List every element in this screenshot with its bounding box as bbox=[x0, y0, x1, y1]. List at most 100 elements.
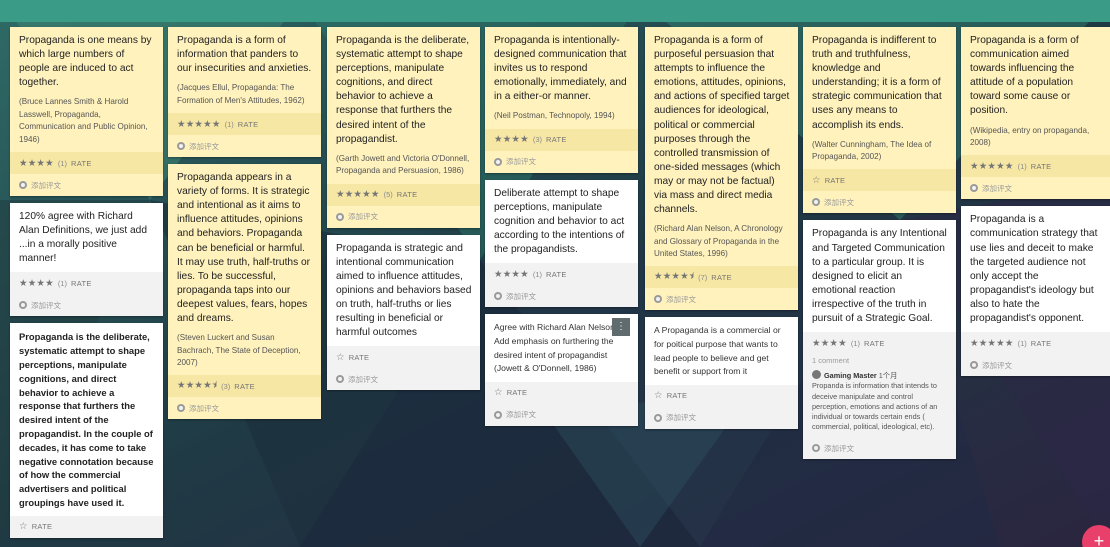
rating-bar[interactable]: ☆ RATE bbox=[10, 515, 163, 538]
rate-button[interactable]: RATE bbox=[71, 279, 92, 288]
post-card[interactable]: Propaganda is a form of communication ai… bbox=[961, 27, 1110, 200]
rating-count: (3) bbox=[221, 381, 231, 391]
add-comment-button[interactable]: 添加评文 bbox=[485, 403, 638, 426]
rating-bar[interactable]: ★★★★★ (1) RATE bbox=[961, 332, 1110, 355]
rating-bar[interactable]: ☆ RATE bbox=[645, 384, 798, 407]
post-citation: (Garth Jowett and Victoria O'Donnell, Pr… bbox=[336, 153, 470, 176]
rating-bar[interactable]: ★★★★ (1) RATE bbox=[485, 263, 638, 286]
post-card[interactable]: Propaganda is a communication strategy t… bbox=[961, 206, 1110, 377]
star-icon[interactable]: ★★★★ bbox=[494, 134, 529, 145]
comment-count: 1 comment bbox=[803, 354, 956, 369]
rate-button[interactable]: RATE bbox=[546, 135, 567, 144]
add-comment-button[interactable]: 添加评文 bbox=[168, 135, 321, 158]
add-comment-button[interactable]: 添加评文 bbox=[803, 437, 956, 460]
star-icon[interactable]: ★★★★★ bbox=[177, 119, 221, 130]
rating-bar[interactable]: ★★★★⯨ (7) RATE bbox=[645, 266, 798, 289]
rating-bar[interactable]: ★★★★ (3) RATE bbox=[485, 128, 638, 151]
comment-icon bbox=[19, 181, 27, 189]
rate-button[interactable]: RATE bbox=[1031, 162, 1052, 171]
rate-button[interactable]: RATE bbox=[1031, 339, 1052, 348]
add-comment-button[interactable]: 添加评文 bbox=[803, 191, 956, 214]
board-column: Propaganda is a form of information that… bbox=[168, 27, 321, 426]
post-card[interactable]: A Propaganda is a commercial or for poit… bbox=[645, 317, 798, 429]
star-icon[interactable]: ★★★★ bbox=[19, 158, 54, 169]
star-icon[interactable]: ★★★★★ bbox=[970, 338, 1014, 349]
add-comment-button[interactable]: 添加评文 bbox=[327, 368, 480, 391]
rate-button[interactable]: RATE bbox=[349, 353, 370, 362]
star-icon[interactable]: ☆ bbox=[19, 521, 28, 532]
post-text: Propaganda is any Intentional and Target… bbox=[812, 228, 947, 325]
post-text: Propaganda is a form of purposeful persu… bbox=[654, 35, 790, 216]
rate-button[interactable]: RATE bbox=[234, 382, 255, 391]
post-text: Propaganda is a form of communication ai… bbox=[970, 35, 1079, 117]
rate-button[interactable]: RATE bbox=[711, 273, 732, 282]
comment-icon bbox=[654, 413, 662, 422]
post-card[interactable]: Propaganda is one means by which large n… bbox=[10, 27, 163, 196]
rate-button[interactable]: RATE bbox=[667, 391, 688, 400]
comment-text: Propanda is information that intends to … bbox=[812, 381, 938, 432]
rate-button[interactable]: RATE bbox=[825, 176, 846, 185]
rate-button[interactable]: RATE bbox=[507, 388, 528, 397]
post-card[interactable]: Propaganda is the deliberate, systematic… bbox=[327, 27, 480, 228]
rate-button[interactable]: RATE bbox=[546, 270, 567, 279]
post-body: A Propaganda is a commercial or for poit… bbox=[645, 317, 798, 384]
post-card[interactable]: Propaganda is any Intentional and Target… bbox=[803, 220, 956, 460]
post-text: Agree with Richard Alan Nelson. Add emph… bbox=[494, 322, 618, 374]
post-card[interactable]: Propaganda is the deliberate, systematic… bbox=[10, 323, 163, 538]
post-text: Propaganda is a form of information that… bbox=[177, 35, 312, 75]
add-comment-button[interactable]: 添加评文 bbox=[10, 174, 163, 196]
rate-button[interactable]: RATE bbox=[397, 190, 418, 199]
comment-icon bbox=[494, 410, 502, 419]
post-text: A Propaganda is a commercial or for poit… bbox=[654, 325, 781, 377]
add-comment-button[interactable]: 添加评文 bbox=[961, 354, 1110, 377]
post-card[interactable]: Deliberate attempt to shape perceptions,… bbox=[485, 179, 638, 308]
star-icon[interactable]: ☆ bbox=[494, 387, 503, 398]
star-icon[interactable]: ★★★★★ bbox=[336, 189, 380, 200]
add-comment-button[interactable]: 添加评文 bbox=[10, 294, 163, 317]
star-icon[interactable]: ★★★★ bbox=[19, 278, 54, 289]
post-card[interactable]: Propaganda is a form of information that… bbox=[168, 27, 321, 158]
add-comment-button[interactable]: 添加评文 bbox=[485, 150, 638, 173]
add-comment-button[interactable]: 添加评文 bbox=[327, 205, 480, 228]
star-icon[interactable]: ☆ bbox=[812, 175, 821, 186]
star-icon[interactable]: ★★★★⯨ bbox=[654, 269, 694, 285]
add-comment-button[interactable]: 添加评文 bbox=[961, 177, 1110, 200]
add-comment-button[interactable]: 添加评文 bbox=[168, 397, 321, 420]
rate-button[interactable]: RATE bbox=[71, 159, 92, 168]
add-comment-button[interactable]: 添加评文 bbox=[645, 406, 798, 429]
rating-bar[interactable]: ★★★★ (1) RATE bbox=[10, 272, 163, 295]
rating-bar[interactable]: ★★★★★ (5) RATE bbox=[327, 183, 480, 206]
add-comment-button[interactable]: 添加评文 bbox=[485, 285, 638, 308]
post-card[interactable]: 120% agree with Richard Alan Definitions… bbox=[10, 203, 163, 317]
rating-bar[interactable]: ☆ RATE bbox=[803, 169, 956, 192]
rate-button[interactable]: RATE bbox=[238, 120, 259, 129]
post-card[interactable]: Propaganda is intentionally-designed com… bbox=[485, 27, 638, 173]
post-citation: (Neil Postman, Technopoly, 1994) bbox=[494, 111, 615, 121]
rating-bar[interactable]: ☆ RATE bbox=[327, 346, 480, 369]
add-comment-label: 添加评文 bbox=[982, 360, 1012, 370]
star-icon[interactable]: ★★★★★ bbox=[970, 161, 1014, 172]
post-body: Deliberate attempt to shape perceptions,… bbox=[485, 180, 638, 263]
post-body: Propaganda is indifferent to truth and t… bbox=[803, 27, 956, 169]
star-icon[interactable]: ★★★★ bbox=[494, 269, 529, 280]
star-icon[interactable]: ★★★★⯨ bbox=[177, 378, 217, 394]
rating-bar[interactable]: ★★★★⯨ (3) RATE bbox=[168, 375, 321, 398]
star-icon[interactable]: ★★★★ bbox=[812, 338, 847, 349]
post-text: Propaganda is a communication strategy t… bbox=[970, 214, 1098, 325]
comment-icon bbox=[494, 157, 502, 166]
post-card[interactable]: Propaganda is a form of purposeful persu… bbox=[645, 27, 798, 311]
post-card[interactable]: Propaganda appears in a variety of forms… bbox=[168, 164, 321, 420]
rating-bar[interactable]: ★★★★ (1) RATE bbox=[803, 332, 956, 355]
star-icon[interactable]: ☆ bbox=[654, 390, 663, 401]
rating-bar[interactable]: ☆ RATE bbox=[485, 381, 638, 404]
star-icon[interactable]: ☆ bbox=[336, 352, 345, 363]
rate-button[interactable]: RATE bbox=[32, 522, 53, 531]
rating-bar[interactable]: ★★★★★ (1) RATE bbox=[168, 113, 321, 136]
add-comment-button[interactable]: 添加评文 bbox=[645, 288, 798, 311]
post-card[interactable]: Propaganda is indifferent to truth and t… bbox=[803, 27, 956, 214]
post-card[interactable]: Propaganda is strategic and intentional … bbox=[327, 234, 480, 391]
more-vert-icon[interactable]: ⋮ bbox=[612, 318, 630, 336]
rating-bar[interactable]: ★★★★ (1) RATE bbox=[10, 152, 163, 174]
rate-button[interactable]: RATE bbox=[864, 339, 885, 348]
rating-bar[interactable]: ★★★★★ (1) RATE bbox=[961, 155, 1110, 178]
